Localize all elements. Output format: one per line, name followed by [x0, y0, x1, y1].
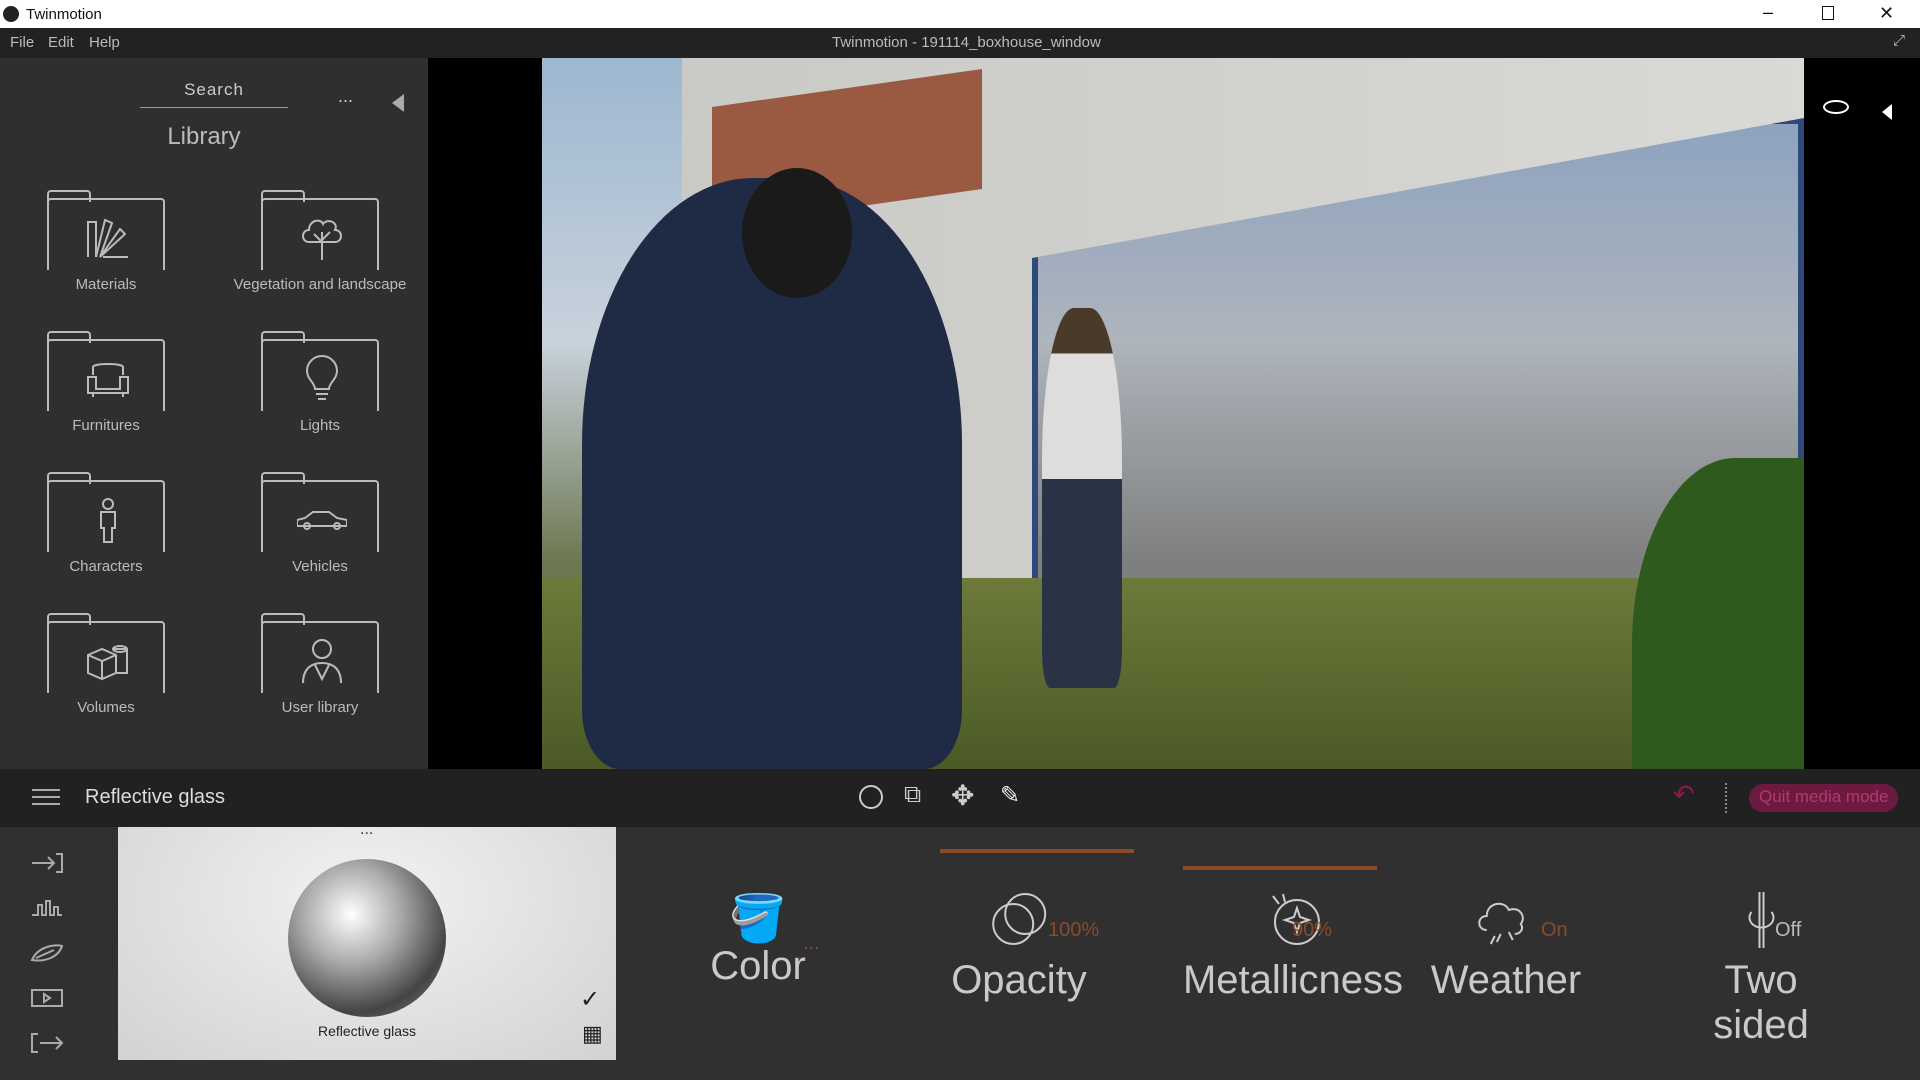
- user-icon: [302, 639, 342, 684]
- lightbulb-icon: [305, 355, 339, 400]
- car-icon: [297, 511, 347, 530]
- library-item-label: User library: [281, 699, 359, 716]
- minimize-button[interactable]: –: [1763, 2, 1773, 23]
- property-two-sided[interactable]: Two sided: [1682, 892, 1841, 1048]
- quit-media-mode-button[interactable]: Quit media mode: [1749, 784, 1899, 812]
- scene-render[interactable]: [542, 58, 1804, 769]
- undo-icon[interactable]: ↶: [1673, 779, 1695, 810]
- property-color[interactable]: 🪣 Color: [710, 892, 806, 989]
- collapse-panel-icon[interactable]: [392, 94, 404, 112]
- close-button[interactable]: ✕: [1879, 3, 1894, 24]
- apply-checkmark-icon[interactable]: ✓: [580, 985, 600, 1014]
- property-label: Opacity: [951, 958, 1087, 1002]
- app-logo-icon: [3, 6, 19, 22]
- opacity-value: 100%: [1048, 919, 1100, 941]
- library-item-vegetation[interactable]: Vegetation and landscape: [230, 190, 410, 293]
- library-item-label: Vegetation and landscape: [233, 276, 407, 293]
- paint-bucket-icon: 🪣: [729, 892, 787, 944]
- preview-more-button[interactable]: ...: [360, 821, 373, 839]
- library-item-label: Lights: [299, 417, 341, 434]
- material-preview[interactable]: ... Reflective glass ✓ ▦: [118, 821, 616, 1060]
- import-icon[interactable]: [30, 852, 64, 874]
- library-item-lights[interactable]: Lights: [230, 331, 410, 434]
- property-label: Two sided: [1713, 958, 1809, 1047]
- two-sided-value: Off: [1775, 919, 1802, 941]
- library-item-label: Vehicles: [292, 558, 348, 575]
- reflective-sphere: [288, 859, 446, 1017]
- library-panel: Search ... Library Materials Vegetation …: [0, 58, 428, 769]
- library-item-label: Furnitures: [72, 417, 140, 434]
- person-icon: [100, 498, 116, 543]
- grid-tool-icon[interactable]: ⧉: [904, 781, 921, 809]
- media-icon[interactable]: [30, 987, 64, 1009]
- weather-icon: [1478, 902, 1525, 945]
- restore-button[interactable]: [1822, 6, 1834, 20]
- fullscreen-icon[interactable]: ⤢: [1893, 32, 1905, 49]
- library-item-label: Characters: [69, 558, 143, 575]
- color-more[interactable]: ...: [803, 932, 820, 955]
- property-metallicness[interactable]: Metallicness: [1183, 892, 1403, 1003]
- leaf-icon[interactable]: [30, 942, 64, 964]
- cubes-icon: [87, 645, 128, 681]
- armchair-icon: [87, 363, 129, 397]
- property-opacity[interactable]: Opacity: [951, 892, 1087, 1003]
- woman-character: [1042, 308, 1122, 688]
- export-icon[interactable]: [30, 1032, 64, 1054]
- title-bar: Twinmotion – ✕: [0, 0, 1920, 28]
- grid-view-icon[interactable]: ▦: [582, 1021, 603, 1047]
- search-input[interactable]: Search: [140, 80, 288, 108]
- window-title: Twinmotion - 191114_boxhouse_window: [832, 34, 1101, 51]
- app-title: Twinmotion: [26, 6, 102, 23]
- hamburger-menu-icon[interactable]: [32, 789, 60, 805]
- preview-label: Reflective glass: [317, 1023, 417, 1039]
- library-item-vehicles[interactable]: Vehicles: [230, 472, 410, 575]
- select-tool-icon[interactable]: [859, 785, 883, 809]
- library-item-user-library[interactable]: User library: [230, 613, 410, 716]
- materials-icon: [87, 218, 128, 258]
- menu-help[interactable]: Help: [89, 34, 120, 51]
- metallicness-value: 90%: [1292, 919, 1333, 941]
- divider: [1725, 783, 1727, 813]
- selected-material-name: Reflective glass: [85, 786, 226, 808]
- library-item-volumes[interactable]: Volumes: [16, 613, 196, 716]
- toolbar: Reflective glass ⧉ ✥ ✎ ↶ Quit media mode: [0, 769, 1920, 827]
- property-label: Weather: [1430, 958, 1582, 1002]
- opacity-icon: [991, 893, 1046, 945]
- property-weather[interactable]: Weather: [1431, 892, 1581, 1003]
- menu-edit[interactable]: Edit: [48, 34, 74, 51]
- property-label: Color: [710, 944, 806, 988]
- man-head: [742, 168, 852, 298]
- move-tool-icon[interactable]: ✥: [951, 779, 974, 812]
- waveform-icon[interactable]: [30, 897, 64, 919]
- menu-bar: File Edit Help Twinmotion - 191114_boxho…: [0, 28, 1920, 58]
- library-item-label: Materials: [75, 276, 137, 293]
- menu-file[interactable]: File: [10, 34, 34, 51]
- metallicness-slider-bar[interactable]: [1183, 866, 1377, 870]
- collapse-right-panel-icon[interactable]: [1882, 104, 1892, 120]
- library-item-characters[interactable]: Characters: [16, 472, 196, 575]
- eyedropper-tool-icon[interactable]: ✎: [1000, 781, 1020, 810]
- visibility-eye-icon[interactable]: [1823, 100, 1849, 114]
- weather-value: On: [1541, 919, 1568, 941]
- material-panel: ... Reflective glass ✓ ▦ 🪣 Color ... Opa…: [0, 821, 1920, 1080]
- more-options-button[interactable]: ...: [338, 86, 353, 107]
- property-label: Metallicness: [1182, 958, 1404, 1002]
- library-item-label: Volumes: [77, 699, 135, 716]
- library-title: Library: [167, 123, 241, 150]
- library-item-furnitures[interactable]: Furnitures: [16, 331, 196, 434]
- tree-icon: [302, 219, 342, 260]
- opacity-slider-bar[interactable]: [940, 849, 1134, 853]
- library-item-materials[interactable]: Materials: [16, 190, 196, 293]
